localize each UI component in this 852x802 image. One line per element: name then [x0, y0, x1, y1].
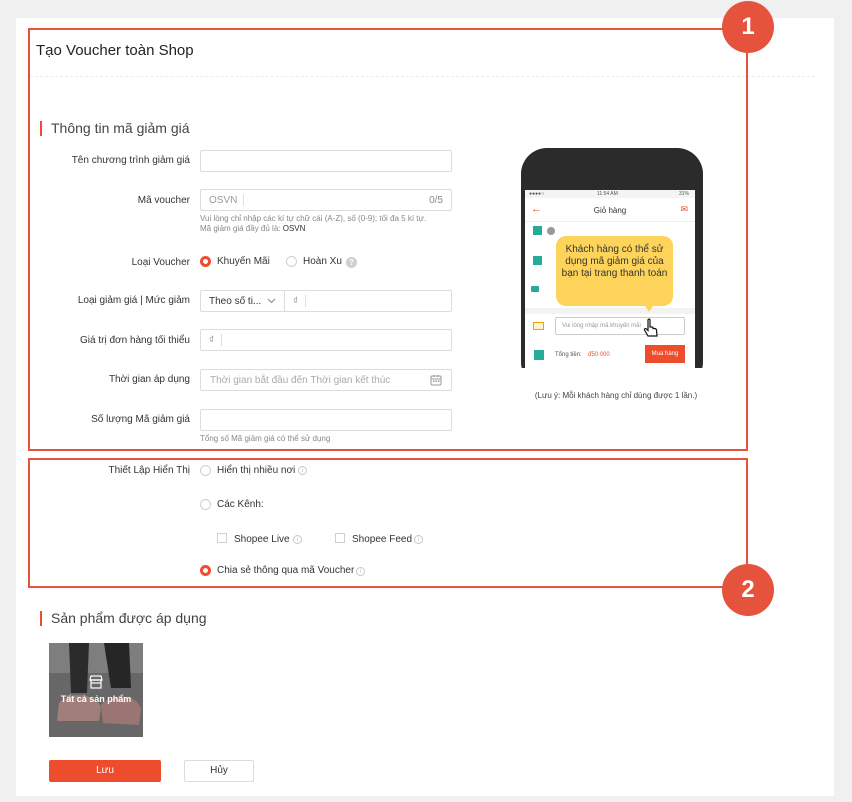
section-title-products: Sản phẩm được áp dụng [40, 611, 207, 626]
annotation-badge-2: 2 [722, 564, 774, 616]
annotation-box-1 [28, 28, 748, 451]
annotation-badge-1: 1 [722, 1, 774, 53]
all-products-card[interactable]: Tất cả sản phẩm [49, 643, 143, 737]
all-products-label: Tất cả sản phẩm [60, 694, 132, 704]
save-button[interactable]: Lưu [49, 760, 161, 782]
product-photo [49, 643, 143, 737]
store-icon [89, 675, 103, 689]
cancel-button[interactable]: Hủy [184, 760, 254, 782]
annotation-box-2 [28, 458, 748, 588]
